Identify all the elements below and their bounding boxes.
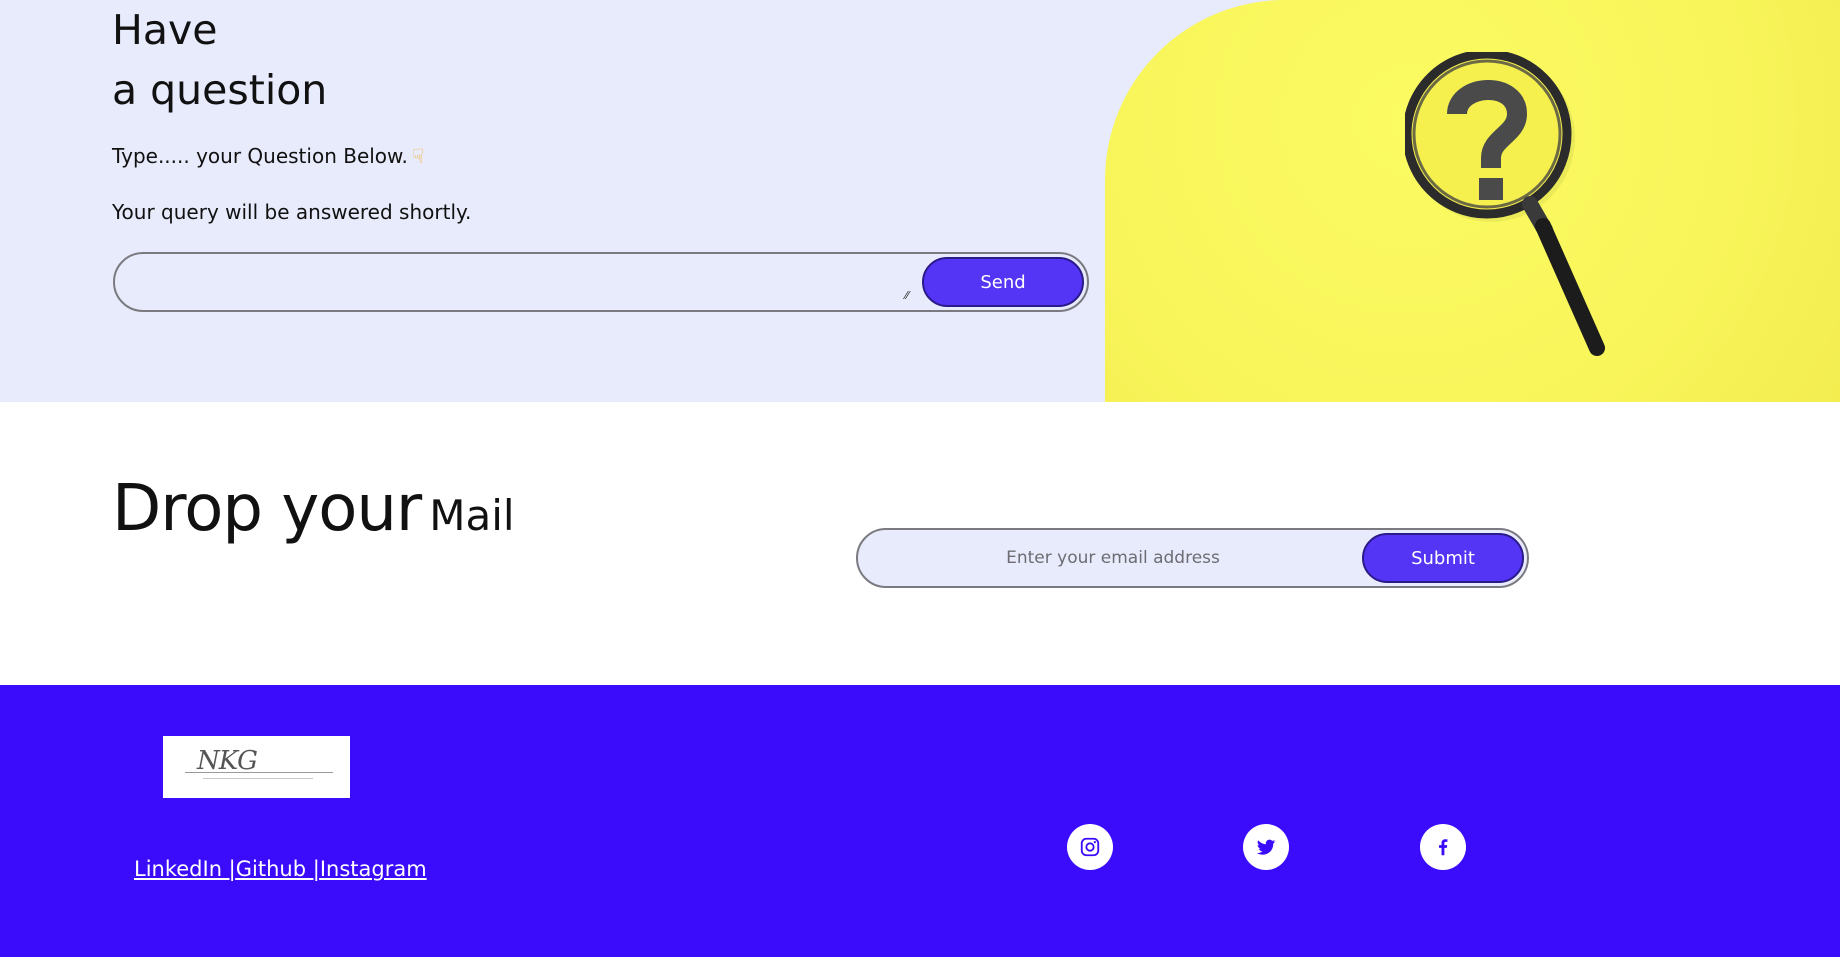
facebook-icon	[1439, 839, 1448, 856]
question-prompt: Type..... your Question Below. ☟	[112, 144, 424, 168]
footer-links: LinkedIn |Github |Instagram	[134, 857, 427, 881]
mail-section: Drop yourMail Submit	[0, 402, 1840, 685]
send-button[interactable]: Send	[922, 257, 1084, 307]
email-input[interactable]	[878, 540, 1348, 576]
footer: NKG LinkedIn |Github |Instagram	[0, 685, 1840, 957]
question-section: Have a question Type..... your Question …	[0, 0, 1840, 402]
mail-heading: Drop your Mail	[112, 472, 515, 546]
instagram-link[interactable]: Instagram	[320, 857, 427, 881]
question-heading-line1: Have	[112, 6, 218, 54]
email-form: Submit	[856, 528, 1529, 588]
resize-grip-icon[interactable]: ⁄⁄	[905, 290, 917, 302]
submit-button[interactable]: Submit	[1362, 533, 1524, 583]
question-heading-line2: a question	[112, 66, 328, 114]
instagram-icon	[1080, 837, 1100, 857]
github-link[interactable]: Github |	[236, 857, 320, 881]
question-form: ⁄⁄ Send	[113, 252, 1089, 312]
facebook-button[interactable]	[1420, 824, 1466, 870]
signature-line	[203, 778, 313, 779]
pointing-down-hand-icon: ☟	[411, 144, 425, 168]
signature-line	[185, 772, 333, 773]
twitter-icon	[1256, 839, 1276, 855]
question-prompt-text: Type..... your Question Below.	[112, 144, 408, 168]
mail-heading-main: Drop your	[112, 472, 422, 546]
footer-logo: NKG	[163, 736, 350, 798]
question-note: Your query will be answered shortly.	[112, 200, 472, 224]
twitter-button[interactable]	[1243, 824, 1289, 870]
linkedin-link[interactable]: LinkedIn |	[134, 857, 236, 881]
question-textarea[interactable]	[129, 260, 929, 304]
magnifier-question-icon	[1405, 52, 1605, 356]
instagram-button[interactable]	[1067, 824, 1113, 870]
mail-heading-small: Mail	[429, 491, 515, 540]
question-heading: Have a question	[112, 0, 327, 120]
